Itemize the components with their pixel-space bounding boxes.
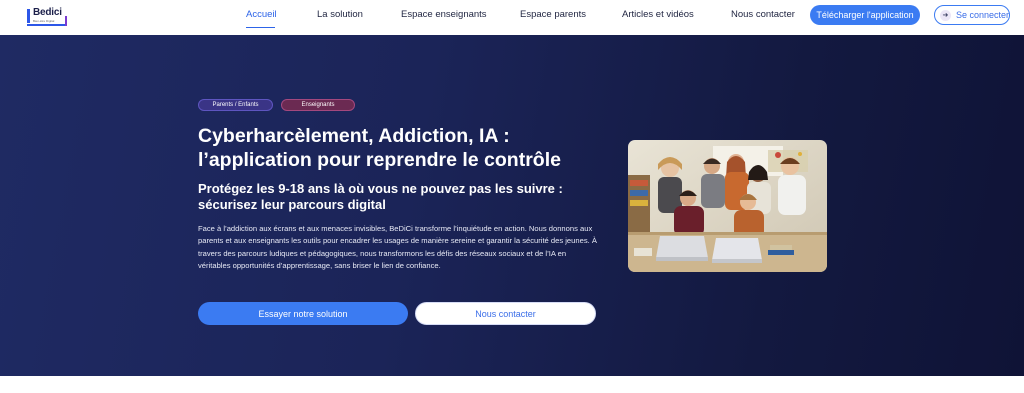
active-nav-indicator <box>246 27 275 28</box>
tag-enseignants[interactable]: Enseignants <box>281 99 355 111</box>
logo-tagline: Bien-être Digital <box>33 19 55 23</box>
nav-espace-parents[interactable]: Espace parents <box>520 9 586 20</box>
hero-section: Parents / Enfants Enseignants Cyberharcè… <box>0 35 1024 376</box>
nav-espace-enseignants[interactable]: Espace enseignants <box>401 9 487 20</box>
logo[interactable]: Bedici Bien-être Digital <box>27 7 69 27</box>
logo-bar <box>65 16 67 26</box>
hero-title-line: Cyberharcèlement, Addiction, IA : <box>198 125 510 147</box>
login-label: Se connecter <box>955 10 1009 20</box>
download-app-button[interactable]: Télécharger l'application <box>810 5 920 25</box>
tag-parents-enfants[interactable]: Parents / Enfants <box>198 99 273 111</box>
logo-bar <box>27 24 67 26</box>
hero-description: Face à l’addiction aux écrans et aux men… <box>198 224 597 271</box>
hero-subtitle-line: Protégez les 9-18 ans là où vous ne pouv… <box>198 181 563 196</box>
nav-nous-contacter[interactable]: Nous contacter <box>731 9 795 20</box>
nav-articles-videos[interactable]: Articles et vidéos <box>622 9 694 20</box>
site-header: Bedici Bien-être Digital Accueil La solu… <box>0 0 1024 35</box>
logo-bar <box>27 9 30 23</box>
logo-brand: Bedici <box>33 7 62 18</box>
contact-button[interactable]: Nous contacter <box>415 302 596 325</box>
try-solution-button[interactable]: Essayer notre solution <box>198 302 408 325</box>
hero-subtitle-line: sécurisez leur parcours digital <box>198 197 386 212</box>
arrow-right-icon: ➜ <box>940 9 951 21</box>
login-button[interactable]: ➜ Se connecter <box>934 5 1010 25</box>
nav-accueil[interactable]: Accueil <box>246 9 277 20</box>
nav-la-solution[interactable]: La solution <box>317 9 363 20</box>
hero-title: Cyberharcèlement, Addiction, IA : l’appl… <box>198 124 618 172</box>
students-photo <box>628 140 827 272</box>
hero-subtitle: Protégez les 9-18 ans là où vous ne pouv… <box>198 181 618 213</box>
students-photo-illustration <box>628 140 827 272</box>
hero-title-line: l’application pour reprendre le contrôle <box>198 149 561 171</box>
